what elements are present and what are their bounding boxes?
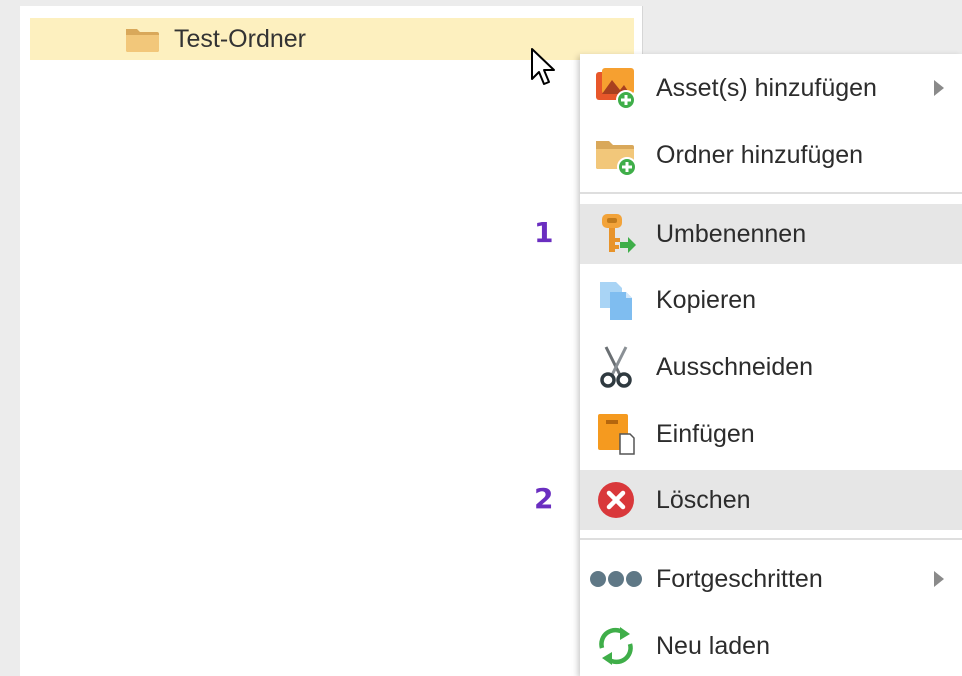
menu-item-add-folder[interactable]: Ordner hinzufügen [580,125,962,185]
more-dots-icon [588,557,644,601]
menu-item-label: Fortgeschritten [656,564,823,593]
add-asset-icon [594,66,638,110]
copy-icon [594,278,638,322]
menu-item-label: Ausschneiden [656,352,814,381]
menu-separator [580,538,962,540]
rename-key-icon [594,212,638,256]
menu-item-add-assets[interactable]: Asset(s) hinzufügen [580,58,962,118]
menu-item-copy[interactable]: Kopieren [580,270,962,330]
menu-item-label: Neu laden [656,631,770,660]
add-folder-icon [594,133,638,177]
reload-icon [594,624,638,668]
menu-item-advanced[interactable]: Fortgeschritten [580,549,962,609]
asset-tree-panel: Test-Ordner [20,6,643,676]
menu-item-delete[interactable]: Löschen [580,470,962,530]
paste-icon [594,412,638,456]
submenu-arrow-icon [934,80,944,96]
menu-item-reload[interactable]: Neu laden [580,616,962,676]
tree-item-label: Test-Ordner [174,24,306,53]
menu-item-label: Ordner hinzufügen [656,140,864,169]
context-menu: Asset(s) hinzufügen Ordner hinzufügen Um… [580,54,962,676]
menu-item-label: Einfügen [656,419,755,448]
menu-item-label: Kopieren [656,285,757,314]
menu-item-label: Löschen [656,485,751,514]
folder-icon [126,29,159,52]
mouse-cursor-icon [531,48,555,85]
scissors-icon [594,345,638,389]
menu-item-label: Asset(s) hinzufügen [656,73,877,102]
menu-item-label: Umbenennen [656,219,807,248]
menu-item-paste[interactable]: Einfügen [580,404,962,464]
menu-item-cut[interactable]: Ausschneiden [580,337,962,397]
menu-separator [580,192,962,194]
callout-number-2: 2 [534,482,554,515]
delete-icon [594,478,638,522]
submenu-arrow-icon [934,571,944,587]
menu-item-rename[interactable]: Umbenennen [580,204,962,264]
callout-number-1: 1 [534,216,554,249]
